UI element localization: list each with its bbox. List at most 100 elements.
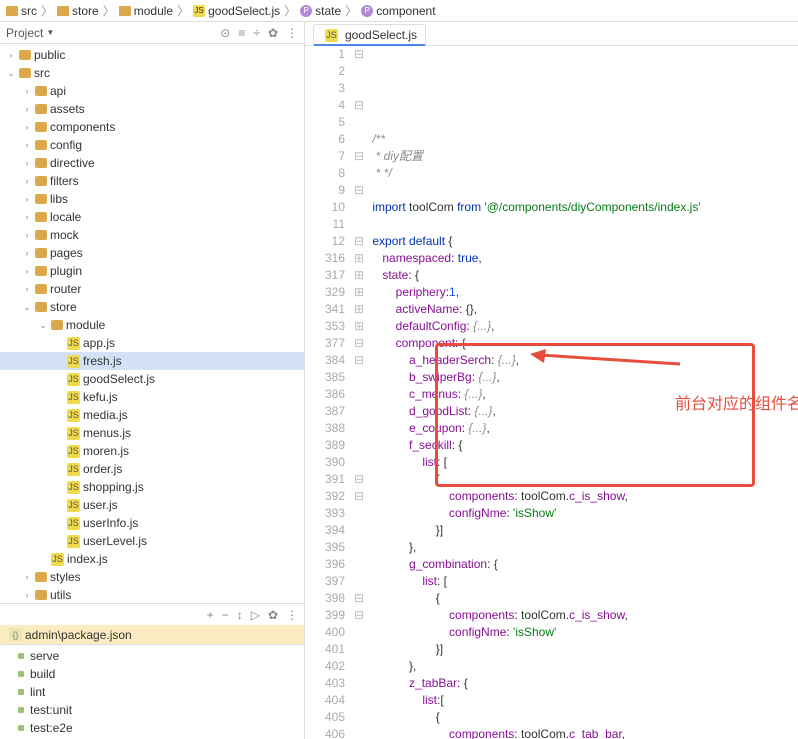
tree-item[interactable]: ⌄store [0, 298, 304, 316]
fold-icon[interactable] [353, 420, 365, 437]
tree-toggle-icon[interactable]: › [22, 248, 32, 258]
tree-item[interactable]: JSshopping.js [0, 478, 304, 496]
toolbar-icon[interactable]: ⋮ [286, 26, 298, 40]
tab-goodselect[interactable]: JS goodSelect.js [313, 24, 426, 45]
tree-item[interactable]: ›directive [0, 154, 304, 172]
toolbar-icon[interactable]: ≡ [238, 26, 245, 40]
tree-item[interactable]: ›public [0, 46, 304, 64]
fold-icon[interactable] [353, 624, 365, 641]
fold-icon[interactable] [353, 63, 365, 80]
tree-item[interactable]: ⌄module [0, 316, 304, 334]
breadcrumb-item[interactable]: store [57, 4, 99, 18]
fold-icon[interactable] [353, 505, 365, 522]
fold-icon[interactable] [353, 80, 365, 97]
toolbar-icon[interactable]: ✿ [268, 26, 278, 40]
fold-icon[interactable] [353, 131, 365, 148]
fold-icon[interactable]: ⊟ [353, 590, 365, 607]
fold-icon[interactable] [353, 675, 365, 692]
fold-icon[interactable] [353, 403, 365, 420]
fold-icon[interactable]: ⊟ [353, 488, 365, 505]
tree-toggle-icon[interactable]: › [22, 212, 32, 222]
tree-toggle-icon[interactable]: › [22, 572, 32, 582]
tree-item[interactable]: JSmoren.js [0, 442, 304, 460]
fold-icon[interactable]: ⊟ [353, 607, 365, 624]
tree-item[interactable]: JSuserLevel.js [0, 532, 304, 550]
toolbar-icon[interactable]: − [222, 608, 229, 622]
fold-icon[interactable]: ⊟ [353, 97, 365, 114]
breadcrumb-item[interactable]: Pstate [300, 4, 341, 18]
tree-item[interactable]: ›api [0, 82, 304, 100]
script-item[interactable]: serve [0, 647, 304, 665]
fold-icon[interactable]: ⊞ [353, 267, 365, 284]
fold-icon[interactable] [353, 437, 365, 454]
fold-icon[interactable]: ⊟ [353, 148, 365, 165]
fold-icon[interactable] [353, 692, 365, 709]
fold-icon[interactable] [353, 641, 365, 658]
fold-icon[interactable] [353, 369, 365, 386]
tree-toggle-icon[interactable]: › [22, 284, 32, 294]
fold-icon[interactable] [353, 165, 365, 182]
tree-item[interactable]: JSindex.js [0, 550, 304, 568]
tree-item[interactable]: JSapp.js [0, 334, 304, 352]
tree-toggle-icon[interactable]: › [22, 158, 32, 168]
tree-item[interactable]: ›assets [0, 100, 304, 118]
fold-icon[interactable]: ⊞ [353, 250, 365, 267]
tree-item[interactable]: ›locale [0, 208, 304, 226]
tree-item[interactable]: JSfresh.js [0, 352, 304, 370]
tree-item[interactable]: ›filters [0, 172, 304, 190]
tree-item[interactable]: JSorder.js [0, 460, 304, 478]
fold-icon[interactable]: ⊟ [353, 335, 365, 352]
tree-item[interactable]: ›utils [0, 586, 304, 603]
tree-toggle-icon[interactable]: › [22, 104, 32, 114]
tree-toggle-icon[interactable]: › [22, 266, 32, 276]
tree-item[interactable]: ›router [0, 280, 304, 298]
fold-icon[interactable] [353, 199, 365, 216]
fold-icon[interactable]: ⊟ [353, 471, 365, 488]
tree-item[interactable]: ›mock [0, 226, 304, 244]
fold-icon[interactable]: ⊟ [353, 182, 365, 199]
toolbar-icon[interactable]: ÷ [253, 26, 260, 40]
script-item[interactable]: test:unit [0, 701, 304, 719]
toolbar-icon[interactable]: ⊙ [220, 26, 230, 40]
tree-item[interactable]: ›components [0, 118, 304, 136]
fold-icon[interactable]: ⊟ [353, 233, 365, 250]
fold-icon[interactable]: ⊞ [353, 301, 365, 318]
breadcrumb-item[interactable]: module [119, 4, 173, 18]
tree-item[interactable]: JSmedia.js [0, 406, 304, 424]
fold-icon[interactable]: ⊟ [353, 46, 365, 63]
fold-icon[interactable] [353, 454, 365, 471]
fold-icon[interactable] [353, 522, 365, 539]
tree-item[interactable]: JSuserInfo.js [0, 514, 304, 532]
tree-toggle-icon[interactable]: ⌄ [22, 302, 32, 313]
tree-item[interactable]: JSkefu.js [0, 388, 304, 406]
fold-icon[interactable] [353, 658, 365, 675]
tree-item[interactable]: ›plugin [0, 262, 304, 280]
toolbar-icon[interactable]: ⋮ [286, 608, 298, 622]
code-editor[interactable]: 1234567891011123163173293413533773843853… [305, 46, 798, 739]
tree-item[interactable]: JSuser.js [0, 496, 304, 514]
breadcrumb-item[interactable]: Pcomponent [361, 4, 435, 18]
script-item[interactable]: test:e2e [0, 719, 304, 737]
tree-toggle-icon[interactable]: ⌄ [38, 320, 48, 331]
breadcrumb-item[interactable]: src [6, 4, 37, 18]
fold-icon[interactable] [353, 709, 365, 726]
tree-item[interactable]: ›config [0, 136, 304, 154]
tree-toggle-icon[interactable]: › [6, 50, 16, 60]
fold-icon[interactable]: ⊟ [353, 352, 365, 369]
toolbar-icon[interactable]: ↕ [237, 608, 243, 622]
tree-toggle-icon[interactable]: › [22, 590, 32, 600]
fold-icon[interactable] [353, 386, 365, 403]
project-panel-title[interactable]: Project ▼ [6, 26, 54, 40]
fold-icon[interactable] [353, 573, 365, 590]
tree-item[interactable]: ›pages [0, 244, 304, 262]
script-item[interactable]: build [0, 665, 304, 683]
tree-item[interactable]: ›libs [0, 190, 304, 208]
toolbar-icon[interactable]: ▷ [251, 608, 260, 622]
fold-icon[interactable] [353, 114, 365, 131]
fold-icon[interactable]: ⊞ [353, 318, 365, 335]
fold-column[interactable]: ⊟⊟⊟⊟⊟⊞⊞⊞⊞⊞⊟⊟⊟⊟⊟⊟⊟⊟ [353, 46, 365, 739]
project-tree[interactable]: ›public⌄src›api›assets›components›config… [0, 44, 304, 603]
tree-toggle-icon[interactable]: › [22, 230, 32, 240]
tree-toggle-icon[interactable]: ⌄ [6, 68, 16, 79]
toolbar-icon[interactable]: + [207, 608, 214, 622]
